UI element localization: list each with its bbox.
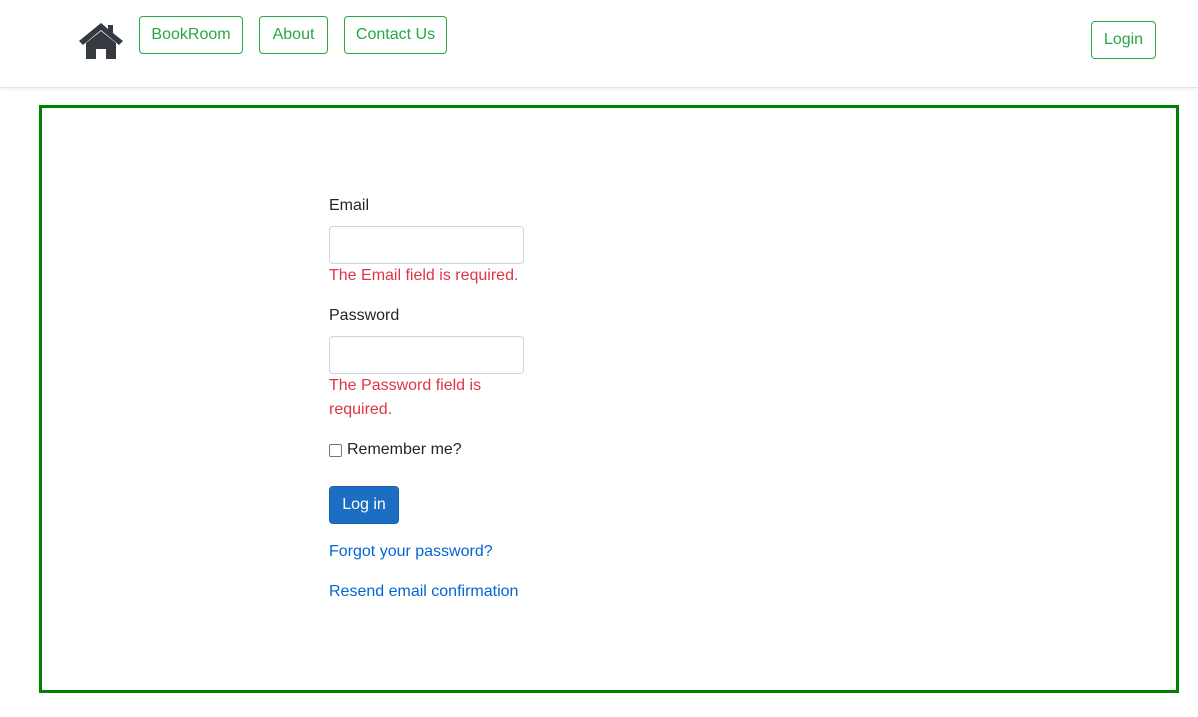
forgot-password-link[interactable]: Forgot your password? <box>329 543 493 561</box>
resend-email-confirmation-link[interactable]: Resend email confirmation <box>329 583 518 601</box>
home-icon[interactable] <box>78 21 124 61</box>
login-container: Email The Email field is required. Passw… <box>39 105 1179 693</box>
remember-me-row[interactable]: Remember me? <box>329 441 462 459</box>
nav-bookroom-button[interactable]: BookRoom <box>139 16 243 54</box>
top-navbar: BookRoom About Contact Us Login <box>0 0 1198 88</box>
remember-me-label[interactable]: Remember me? <box>347 441 462 459</box>
nav-login-button[interactable]: Login <box>1091 21 1156 59</box>
log-in-button[interactable]: Log in <box>329 486 399 524</box>
email-error-message: The Email field is required. <box>329 267 519 284</box>
password-field[interactable] <box>329 336 524 374</box>
password-label: Password <box>329 307 400 324</box>
email-field[interactable] <box>329 226 524 264</box>
nav-contact-us-button[interactable]: Contact Us <box>344 16 447 54</box>
email-label: Email <box>329 197 370 214</box>
password-error-message: The Password field is required. <box>329 377 482 418</box>
nav-about-button[interactable]: About <box>259 16 328 54</box>
remember-me-checkbox[interactable] <box>329 443 342 457</box>
